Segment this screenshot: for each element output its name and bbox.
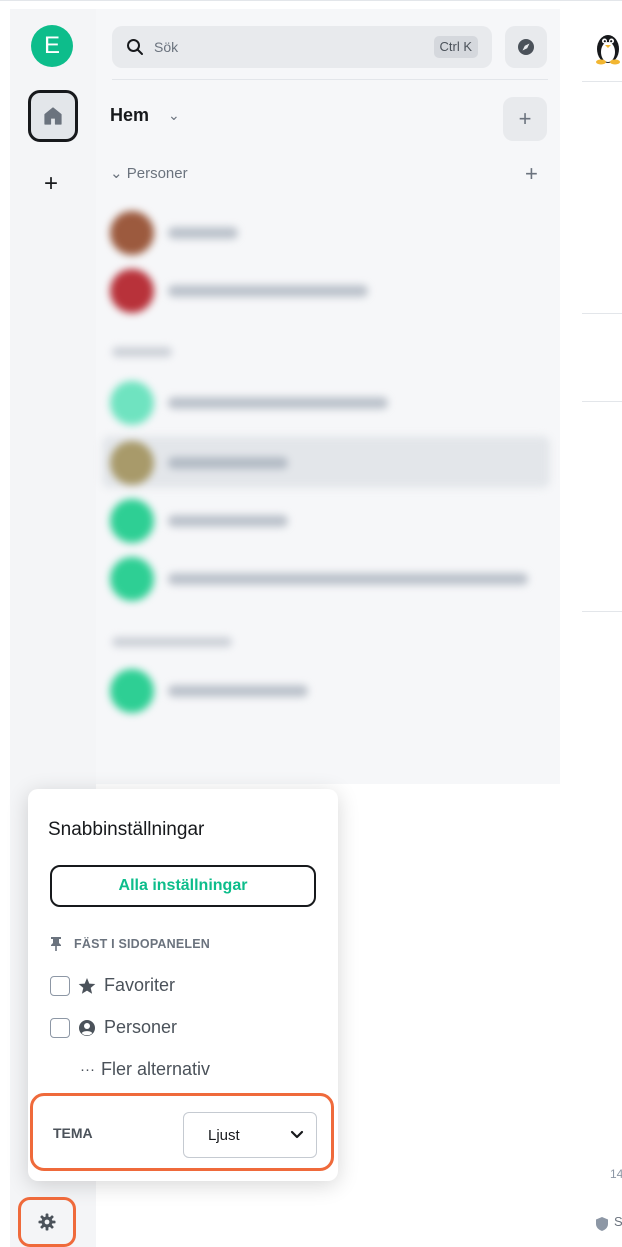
section-header-people[interactable]: ⌄ Personer — [110, 164, 188, 182]
search-placeholder: Sök — [154, 39, 179, 55]
timeline-divider — [582, 401, 622, 402]
list-item[interactable] — [110, 269, 550, 313]
theme-select[interactable]: Ljust — [183, 1112, 317, 1158]
home-button[interactable] — [28, 90, 78, 142]
theme-section: TEMA Ljust — [30, 1093, 334, 1171]
add-room-button[interactable]: + — [503, 97, 547, 141]
penguin-icon[interactable] — [594, 31, 622, 65]
timeline-status-text: S — [614, 1214, 622, 1229]
pin-heading: FÄST I SIDOPANELEN — [74, 937, 211, 951]
theme-label: TEMA — [53, 1125, 93, 1141]
quick-settings-button[interactable] — [18, 1197, 76, 1247]
blurred-text — [168, 685, 308, 697]
avatar — [110, 499, 154, 543]
timeline-divider — [582, 81, 622, 82]
all-settings-button[interactable]: Alla inställningar — [50, 865, 316, 907]
compass-icon — [518, 39, 534, 55]
room-list-divider — [112, 79, 548, 80]
timeline-timestamp: 14 — [610, 1167, 622, 1181]
home-icon — [44, 107, 62, 125]
list-item[interactable] — [110, 441, 550, 485]
blurred-text — [168, 285, 368, 297]
star-icon — [78, 977, 96, 994]
people-label: Personer — [104, 1017, 178, 1037]
theme-value: Ljust — [208, 1127, 240, 1144]
list-item[interactable] — [110, 381, 550, 425]
blurred-text — [168, 397, 388, 409]
home-title[interactable]: Hem — [110, 105, 149, 126]
favorites-label: Favoriter — [104, 975, 176, 995]
gear-icon — [38, 1213, 56, 1231]
timeline-divider — [582, 313, 622, 314]
search-icon — [127, 39, 143, 55]
avatar — [110, 211, 154, 255]
explore-rooms-button[interactable] — [505, 26, 547, 68]
blurred-section-header — [112, 347, 172, 357]
blurred-text — [168, 515, 288, 527]
search-input[interactable]: Sök Ctrl K — [112, 26, 492, 68]
app-window: E + Sök Ctrl K Hem ⌄ + ⌄ Personer + 14 S… — [0, 0, 622, 1247]
blurred-text — [168, 573, 528, 585]
avatar — [110, 441, 154, 485]
chevron-down-icon[interactable]: ⌄ — [168, 107, 180, 124]
timeline-panel — [560, 9, 622, 1247]
blurred-room-list — [100, 201, 560, 741]
shield-icon — [596, 1217, 608, 1231]
more-options-link[interactable]: ··· Fler alternativ — [80, 1059, 210, 1080]
avatar — [110, 557, 154, 601]
avatar — [110, 669, 154, 713]
avatar — [110, 269, 154, 313]
more-options-label: Fler alternativ — [101, 1059, 211, 1079]
list-item[interactable] — [110, 557, 550, 601]
favorites-option[interactable]: Favoriter — [50, 975, 175, 996]
person-icon — [79, 1019, 95, 1036]
add-person-button[interactable]: + — [525, 161, 538, 187]
people-option[interactable]: Personer — [50, 1017, 177, 1038]
blurred-section-header — [112, 637, 232, 647]
favorites-checkbox[interactable] — [50, 975, 70, 996]
quick-settings-popup: Snabbinställningar Alla inställningar FÄ… — [28, 789, 338, 1181]
ellipsis-icon: ··· — [80, 1061, 95, 1078]
pin-icon — [51, 937, 61, 951]
blurred-text — [168, 227, 238, 239]
timeline-divider — [582, 611, 622, 612]
user-avatar[interactable]: E — [31, 25, 73, 67]
list-item[interactable] — [110, 211, 550, 255]
avatar — [110, 381, 154, 425]
pin-heading-row: FÄST I SIDOPANELEN — [50, 937, 210, 951]
list-item[interactable] — [110, 499, 550, 543]
add-space-button[interactable]: + — [38, 171, 64, 197]
blurred-text — [168, 457, 288, 469]
people-checkbox[interactable] — [50, 1017, 70, 1038]
list-item[interactable] — [110, 669, 550, 713]
chevron-down-icon — [290, 1130, 304, 1139]
search-shortcut-badge: Ctrl K — [433, 36, 478, 58]
popup-title: Snabbinställningar — [48, 819, 205, 840]
